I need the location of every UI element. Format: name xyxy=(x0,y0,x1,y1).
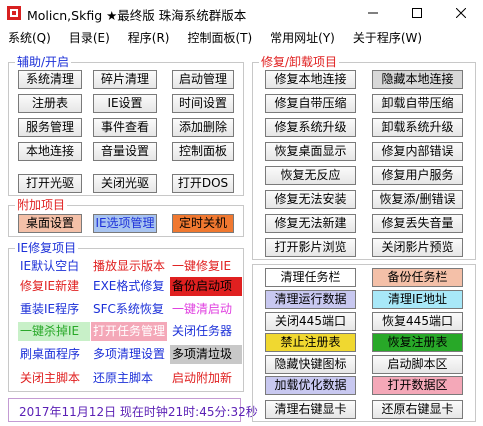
restore-main-script-label[interactable]: 还原主脚本 xyxy=(91,369,167,388)
repair-lost-volume-button[interactable]: 修复丢失音量 xyxy=(372,214,463,233)
control-panel-button[interactable]: 控制面板 xyxy=(172,142,234,161)
menu-bar: 系统(Q) 目录(E) 程序(R) 控制面板(T) 常用网址(Y) 关于程序(W… xyxy=(0,26,483,48)
show-version-label[interactable]: 播放显示版本 xyxy=(91,257,167,276)
hide-shortcut-icon-button[interactable]: 隐藏快键图标 xyxy=(265,355,356,374)
system-clean-button[interactable]: 系统清理 xyxy=(18,70,82,89)
uninstall-system-update-button[interactable]: 卸载系统升级 xyxy=(372,118,463,137)
reinstall-ie-label[interactable]: 重装IE程序 xyxy=(18,300,90,319)
event-viewer-button[interactable]: 事件查看 xyxy=(93,118,157,137)
repair-uninstall-panel-title: 修复/卸载项目 xyxy=(259,55,340,69)
repair-internal-error-button[interactable]: 修复内部错误 xyxy=(372,142,463,161)
desktop-settings-button[interactable]: 桌面设置 xyxy=(18,214,82,233)
repair-cannot-create-button[interactable]: 修复无法新建 xyxy=(265,214,356,233)
maximize-icon xyxy=(412,8,422,18)
minimize-icon xyxy=(368,12,378,14)
local-connection-button[interactable]: 本地连接 xyxy=(18,142,82,161)
close-task-manager-label[interactable]: 关闭任务器 xyxy=(170,322,242,341)
sfc-restore-label[interactable]: SFC系统恢复 xyxy=(91,300,167,319)
repair-local-connection-button[interactable]: 修复本地连接 xyxy=(265,70,356,89)
startup-manager-button[interactable]: 启动管理 xyxy=(172,70,234,89)
backup-startup-label[interactable]: 备份启动项 xyxy=(170,277,242,296)
kill-ie-label[interactable]: 一键杀掉IE xyxy=(18,322,90,341)
multi-clean-settings-label[interactable]: 多项清理设置 xyxy=(91,345,167,364)
repair-user-service-button[interactable]: 修复用户服务 xyxy=(372,166,463,185)
restore-no-response-button[interactable]: 恢复无反应 xyxy=(265,166,356,185)
clean-ie-address-button[interactable]: 清理IE地址 xyxy=(372,290,463,309)
multi-clean-junk-label[interactable]: 多项清垃圾 xyxy=(170,345,242,364)
ie-default-blank-label[interactable]: IE默认空白 xyxy=(18,257,90,276)
start-script-area-button[interactable]: 启动脚本区 xyxy=(372,355,463,374)
close-main-script-label[interactable]: 关闭主脚本 xyxy=(18,369,90,388)
open-cdrom-button[interactable]: 打开光驱 xyxy=(18,174,82,193)
menu-common-urls[interactable]: 常用网址(Y) xyxy=(270,29,335,46)
close-icon xyxy=(456,8,466,18)
aux-panel-title: 辅助/开启 xyxy=(15,55,72,69)
backup-taskbar-button[interactable]: 备份任务栏 xyxy=(372,268,463,287)
fix-ie-new-label[interactable]: 修复IE新建 xyxy=(18,277,90,296)
restore-registry-button[interactable]: 恢复注册表 xyxy=(372,333,463,352)
ie-options-button[interactable]: IE选项管理 xyxy=(93,214,157,233)
minimize-button[interactable] xyxy=(351,0,395,26)
clean-run-data-button[interactable]: 清理运行数据 xyxy=(265,290,356,309)
title-bar: Molicn,Skfig ★最终版 珠海系统群版本 xyxy=(0,0,483,26)
extra-panel-title: 附加项目 xyxy=(15,198,68,212)
menu-about[interactable]: 关于程序(W) xyxy=(353,29,422,46)
menu-control-panel[interactable]: 控制面板(T) xyxy=(187,29,252,46)
open-data-area-button[interactable]: 打开数据区 xyxy=(372,376,463,395)
clean-right-click-display-button[interactable]: 清理右键显卡 xyxy=(265,400,356,419)
menu-programs[interactable]: 程序(R) xyxy=(128,29,170,46)
app-logo-icon xyxy=(7,6,21,20)
one-click-fix-ie-label[interactable]: 一键修复IE xyxy=(170,257,242,276)
refresh-desktop-label[interactable]: 刷桌面程序 xyxy=(18,345,90,364)
repair-system-update-button[interactable]: 修复系统升级 xyxy=(265,118,356,137)
load-optimize-data-button[interactable]: 加载优化数据 xyxy=(265,376,356,395)
time-settings-button[interactable]: 时间设置 xyxy=(172,94,234,113)
ie-settings-button[interactable]: IE设置 xyxy=(93,94,157,113)
restore-desktop-display-button[interactable]: 恢复桌面显示 xyxy=(265,142,356,161)
start-addon-label[interactable]: 启动附加新 xyxy=(170,369,242,388)
restore-port-445-button[interactable]: 恢复445端口 xyxy=(372,312,463,331)
repair-builtin-zip-button[interactable]: 修复自带压缩 xyxy=(265,94,356,113)
restore-right-click-display-button[interactable]: 还原右键显卡 xyxy=(372,400,463,419)
open-dos-button[interactable]: 打开DOS xyxy=(172,174,234,193)
repair-cannot-install-button[interactable]: 修复无法安装 xyxy=(265,190,356,209)
close-video-preview-button[interactable]: 关闭影片预览 xyxy=(372,238,463,257)
maximize-button[interactable] xyxy=(395,0,439,26)
clock-status-text: 2017年11月12日 现在时钟21时:45分:32秒 xyxy=(19,405,258,419)
ie-repair-panel-title: IE修复项目 xyxy=(15,241,79,255)
restore-add-remove-error-button[interactable]: 恢复添/删错误 xyxy=(372,190,463,209)
service-manager-button[interactable]: 服务管理 xyxy=(18,118,82,137)
close-port-445-button[interactable]: 关闭445端口 xyxy=(265,312,356,331)
disable-registry-button[interactable]: 禁止注册表 xyxy=(265,333,356,352)
window-title: Molicn,Skfig ★最终版 珠海系统群版本 xyxy=(27,8,247,23)
open-video-browse-button[interactable]: 打开影片浏览 xyxy=(265,238,356,257)
open-task-manager-label[interactable]: 打开任务管理 xyxy=(91,322,167,341)
uninstall-builtin-zip-button[interactable]: 卸载自带压缩 xyxy=(372,94,463,113)
hide-local-connection-button[interactable]: 隐藏本地连接 xyxy=(372,70,463,89)
defrag-button[interactable]: 碎片清理 xyxy=(93,70,157,89)
close-button[interactable] xyxy=(439,0,483,26)
volume-settings-button[interactable]: 音量设置 xyxy=(93,142,157,161)
add-remove-button[interactable]: 添加删除 xyxy=(172,118,234,137)
exe-format-fix-label[interactable]: EXE格式修复 xyxy=(91,277,167,296)
registry-button[interactable]: 注册表 xyxy=(18,94,82,113)
close-cdrom-button[interactable]: 关闭光驱 xyxy=(93,174,157,193)
scheduled-shutdown-button[interactable]: 定时关机 xyxy=(172,214,234,233)
menu-system[interactable]: 系统(Q) xyxy=(8,29,51,46)
menu-directory[interactable]: 目录(E) xyxy=(69,29,110,46)
one-click-clear-startup-label[interactable]: 一键清启动 xyxy=(170,300,242,319)
clock-status-box: 2017年11月12日 现在时钟21时:45分:32秒 xyxy=(8,398,258,422)
clean-taskbar-button[interactable]: 清理任务栏 xyxy=(265,268,356,287)
